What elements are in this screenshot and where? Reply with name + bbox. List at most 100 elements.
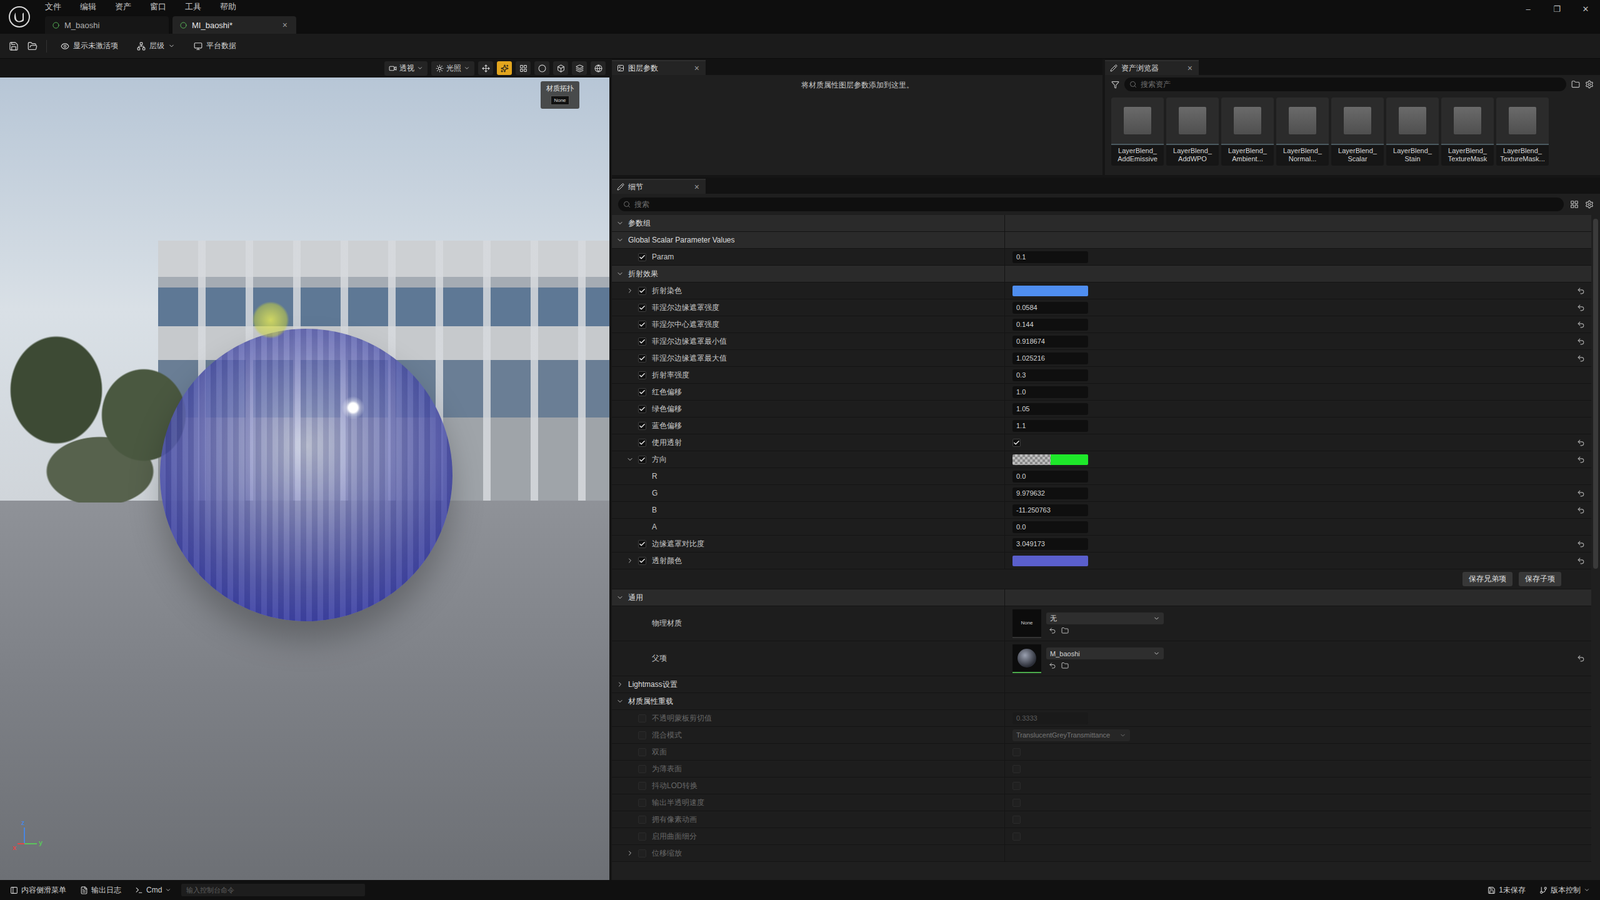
asset-tile[interactable]: LayerBlend_Stain — [1386, 97, 1439, 166]
status-button[interactable]: 版本控制 — [1535, 883, 1594, 897]
category-header[interactable]: 折射效果 — [611, 265, 1592, 283]
browse-icon[interactable] — [27, 41, 38, 52]
status-button[interactable]: 输出日志 — [76, 883, 125, 897]
number-field[interactable]: 0.144 — [1012, 318, 1089, 331]
menu-item[interactable]: 帮助 — [217, 1, 239, 13]
asset-search[interactable]: 搜索资产 — [1124, 77, 1567, 92]
reset-to-default-icon[interactable] — [1576, 438, 1585, 447]
expand-toggle[interactable] — [625, 286, 635, 295]
asset-tile[interactable]: LayerBlend_AddEmissive — [1111, 97, 1164, 166]
number-field[interactable]: 1.0 — [1012, 386, 1089, 399]
value-checkbox[interactable] — [1012, 781, 1021, 790]
override-checkbox[interactable] — [638, 798, 647, 807]
expand-toggle[interactable] — [615, 593, 625, 602]
number-field[interactable]: 0.1 — [1012, 251, 1089, 264]
use-selected-icon[interactable] — [1048, 626, 1057, 635]
document-tab[interactable]: MI_baoshi*× — [172, 16, 297, 34]
viewport-button[interactable]: 光照 — [431, 61, 475, 76]
override-checkbox[interactable] — [638, 421, 647, 430]
asset-tile[interactable]: LayerBlend_AddWPO — [1166, 97, 1219, 166]
save-button[interactable]: 保存子项 — [1518, 571, 1562, 587]
value-checkbox[interactable] — [1012, 815, 1021, 824]
override-checkbox[interactable] — [638, 832, 647, 841]
value-checkbox[interactable] — [1012, 832, 1021, 841]
category-header[interactable]: Global Scalar Parameter Values — [611, 231, 1592, 249]
window-control[interactable]: ✕ — [1571, 0, 1600, 18]
color-swatch[interactable] — [1012, 454, 1089, 465]
reset-to-default-icon[interactable] — [1576, 337, 1585, 346]
number-field[interactable]: -11.250763 — [1012, 504, 1089, 517]
viewport-toggle[interactable] — [496, 61, 512, 75]
window-control[interactable]: ❐ — [1542, 0, 1572, 18]
viewport-toggle[interactable] — [534, 61, 550, 75]
color-swatch[interactable] — [1012, 285, 1089, 297]
override-checkbox[interactable] — [638, 303, 647, 312]
panel-tab[interactable]: 图层参数× — [611, 60, 706, 75]
reset-to-default-icon[interactable] — [1576, 455, 1585, 464]
asset-tile[interactable]: LayerBlend_Scalar — [1331, 97, 1384, 166]
toolbar-button[interactable]: 层级 — [131, 38, 180, 54]
menu-item[interactable]: 资产 — [112, 1, 134, 13]
expand-toggle[interactable] — [615, 235, 625, 245]
window-control[interactable]: – — [1513, 0, 1543, 18]
material-topology[interactable]: 材质拓扑None — [540, 81, 580, 109]
value-checkbox[interactable] — [1012, 748, 1021, 757]
number-field[interactable]: 0.3 — [1012, 369, 1089, 382]
panel-tab[interactable]: 资产浏览器× — [1105, 60, 1199, 75]
menu-item[interactable]: 工具 — [182, 1, 204, 13]
menu-item[interactable]: 编辑 — [77, 1, 99, 13]
value-checkbox[interactable] — [1012, 765, 1021, 774]
reset-to-default-icon[interactable] — [1576, 506, 1585, 515]
expand-toggle[interactable] — [615, 218, 625, 228]
number-field[interactable]: 0.0 — [1012, 470, 1089, 483]
expand-toggle[interactable] — [625, 556, 635, 565]
preview-canvas[interactable]: 材质拓扑Nonezxy — [0, 77, 610, 880]
toolbar-button[interactable]: 显示未激活项 — [55, 38, 124, 54]
expand-toggle[interactable] — [615, 680, 625, 689]
browse-icon[interactable] — [1061, 626, 1069, 635]
asset-tile[interactable]: LayerBlend_Normal... — [1276, 97, 1329, 166]
reset-to-default-icon[interactable] — [1576, 286, 1585, 295]
reset-to-default-icon[interactable] — [1576, 654, 1585, 663]
unreal-logo-icon[interactable] — [8, 5, 31, 29]
override-checkbox[interactable] — [638, 371, 647, 380]
expand-toggle[interactable] — [615, 269, 625, 279]
override-checkbox[interactable] — [638, 765, 647, 774]
category-header[interactable]: 参数组 — [611, 215, 1592, 232]
number-field[interactable]: 9.979632 — [1012, 487, 1089, 500]
override-checkbox[interactable] — [638, 253, 647, 262]
settings-icon[interactable] — [1585, 80, 1594, 89]
asset-tile[interactable]: LayerBlend_TextureMask — [1441, 97, 1494, 166]
override-checkbox[interactable] — [638, 556, 647, 565]
status-button[interactable]: 内容侧滑菜单 — [6, 883, 70, 897]
value-checkbox[interactable] — [1012, 438, 1021, 447]
asset-picker[interactable]: 无 — [1046, 612, 1164, 625]
settings-icon[interactable] — [1585, 200, 1594, 209]
filter-icon[interactable] — [1111, 80, 1120, 89]
override-checkbox[interactable] — [638, 731, 647, 740]
color-swatch[interactable] — [1012, 555, 1089, 567]
expand-toggle[interactable] — [615, 696, 625, 706]
reset-to-default-icon[interactable] — [1576, 354, 1585, 363]
status-button[interactable]: 1未保存 — [1483, 883, 1530, 897]
asset-thumbnail[interactable]: None — [1012, 609, 1042, 639]
details-search[interactable]: 搜索 — [618, 197, 1564, 212]
override-checkbox[interactable] — [638, 337, 647, 346]
close-panel-button[interactable]: × — [1186, 63, 1194, 74]
asset-tile[interactable]: LayerBlend_TextureMask... — [1496, 97, 1549, 166]
category-header[interactable]: 通用 — [611, 589, 1592, 607]
reset-to-default-icon[interactable] — [1576, 303, 1585, 312]
number-field[interactable]: 0.0 — [1012, 521, 1089, 534]
override-checkbox[interactable] — [638, 405, 647, 414]
number-field[interactable]: 3.049173 — [1012, 538, 1089, 550]
expand-toggle[interactable] — [625, 455, 635, 464]
override-checkbox[interactable] — [638, 455, 647, 464]
override-checkbox[interactable] — [638, 849, 647, 858]
reset-to-default-icon[interactable] — [1576, 320, 1585, 329]
document-tab[interactable]: M_baoshi — [45, 16, 169, 34]
viewport-button[interactable]: 透视 — [384, 61, 428, 76]
browse-icon[interactable] — [1061, 661, 1069, 670]
number-field[interactable]: 1.05 — [1012, 403, 1089, 415]
folder-icon[interactable] — [1571, 80, 1580, 89]
number-field[interactable]: 0.3333 — [1012, 712, 1089, 725]
